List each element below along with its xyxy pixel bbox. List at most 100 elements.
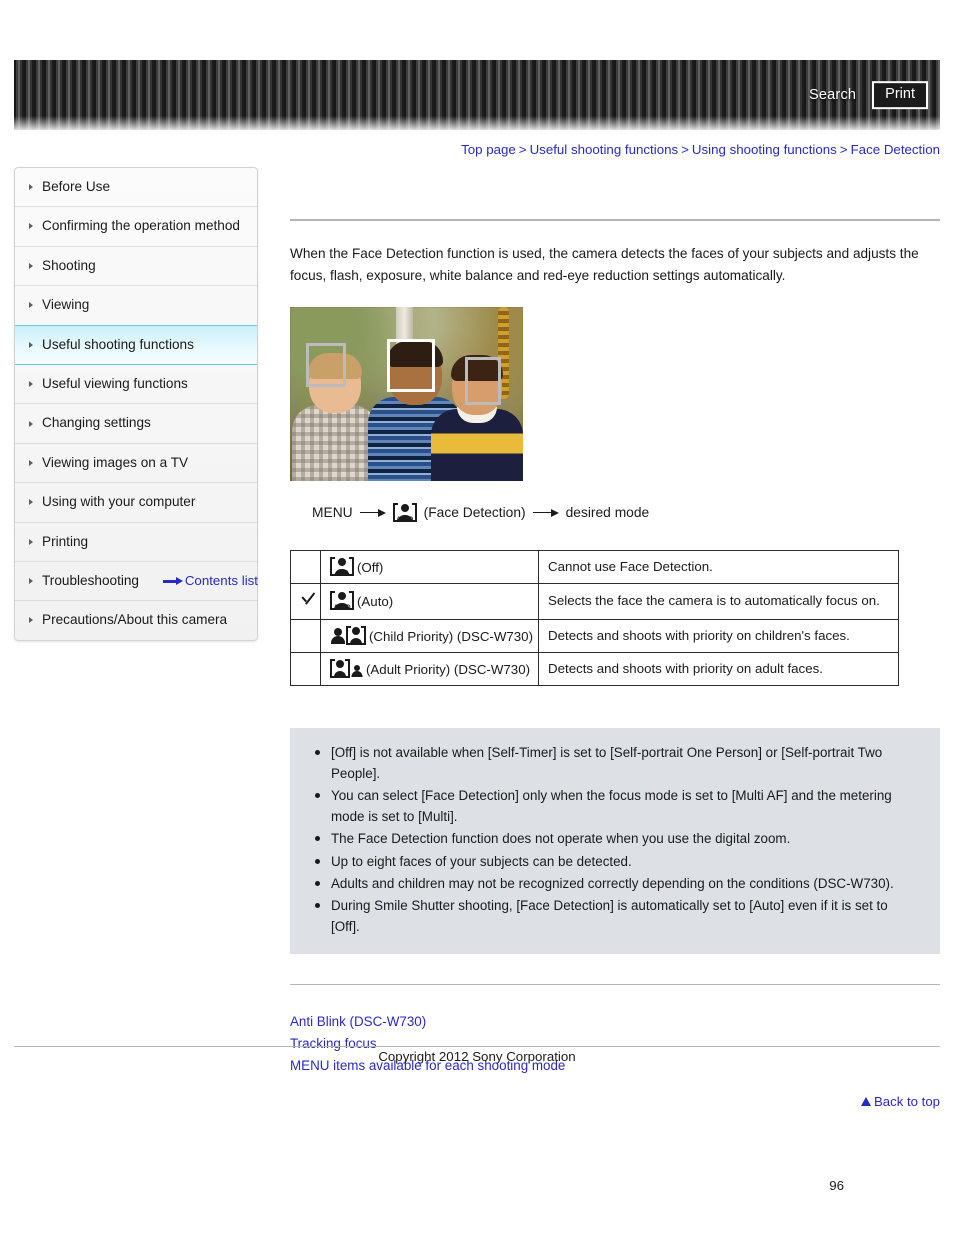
sidebar-item-label: Viewing images on a TV — [42, 454, 189, 470]
sidebar-item-label: Shooting — [42, 257, 96, 273]
header-banner: Search Print — [14, 60, 940, 130]
triangle-right-icon — [29, 184, 33, 191]
menu-path-middle: (Face Detection) — [423, 505, 526, 521]
mode-label: (Off) — [357, 560, 384, 576]
menu-path-start: MENU — [312, 505, 353, 521]
main-content: When the Face Detection function is used… — [290, 167, 940, 1109]
sidebar-item-label: Useful viewing functions — [42, 375, 188, 391]
child-left-shirt — [292, 405, 378, 482]
sidebar-item-changing-settings[interactable]: Changing settings — [15, 404, 257, 444]
triangle-right-icon — [29, 420, 33, 427]
table-cell-check — [290, 550, 321, 584]
list-item: During Smile Shutter shooting, [Face Det… — [312, 895, 918, 937]
sidebar-item-label: Using with your computer — [42, 494, 196, 510]
sidebar-item-before-use[interactable]: Before Use — [15, 168, 257, 208]
triangle-right-icon — [29, 381, 33, 388]
sidebar-item-label: Useful shooting functions — [42, 336, 194, 352]
face-detection-auto-icon: AUTO — [392, 503, 417, 523]
sidebar-item-viewing[interactable]: Viewing — [15, 286, 257, 326]
checkmark-icon — [300, 590, 320, 608]
arrow-right-icon — [532, 508, 559, 517]
face-bracket-icon — [346, 625, 366, 645]
mode-label: (Adult Priority) (DSC-W730) — [366, 661, 531, 677]
sidebar-item-precautions-about-this-camera[interactable]: Precautions/About this camera — [15, 601, 257, 639]
notes-list: [Off] is not available when [Self-Timer]… — [312, 742, 918, 938]
triangle-right-icon — [29, 341, 33, 348]
breadcrumb-separator: > — [839, 142, 848, 157]
print-button[interactable]: Print — [872, 81, 928, 109]
table-cell-check — [290, 582, 321, 620]
sidebar-item-useful-shooting-functions[interactable]: Useful shooting functions — [15, 324, 257, 365]
list-item: The Face Detection function does not ope… — [312, 828, 918, 849]
table-cell-description: Detects and shoots with priority on adul… — [538, 651, 899, 686]
face-detection-frame-middle — [387, 339, 435, 393]
sidebar-item-viewing-images-on-a-tv[interactable]: Viewing images on a TV — [15, 444, 257, 484]
table-row: (Adult Priority) (DSC-W730) Detects and … — [290, 651, 899, 686]
table-cell-description: Cannot use Face Detection. — [538, 550, 899, 584]
contents-list-link[interactable]: Contents list — [162, 573, 258, 588]
table-row: (Child Priority) (DSC-W730) Detects and … — [290, 618, 899, 653]
sidebar-item-label: Changing settings — [42, 415, 151, 431]
back-to-top-row: Back to top — [290, 1094, 940, 1109]
breadcrumb-item-using-shooting-functions[interactable]: Using shooting functions — [692, 142, 837, 157]
table-cell-check — [290, 651, 321, 686]
sidebar-item-using-with-your-computer[interactable]: Using with your computer — [15, 483, 257, 523]
sidebar-navigation: Before Use Confirming the operation meth… — [14, 167, 258, 641]
table-cell-description: Detects and shoots with priority on chil… — [538, 618, 899, 653]
sidebar-item-shooting[interactable]: Shooting — [15, 247, 257, 287]
face-detection-modes-table: OFF (Off) Cannot use Face Detection. AUT… — [290, 550, 899, 686]
breadcrumb-item-top-page[interactable]: Top page — [461, 142, 516, 157]
breadcrumb-item-face-detection[interactable]: Face Detection — [851, 142, 940, 157]
face-detection-auto-icon-label: AUTO — [333, 603, 351, 611]
sidebar-item-label: Confirming the operation method — [42, 218, 240, 234]
mode-label: (Auto) — [357, 594, 394, 610]
list-item: Adults and children may not be recognize… — [312, 873, 918, 894]
triangle-right-icon — [29, 538, 33, 545]
related-link-anti-blink[interactable]: Anti Blink (DSC-W730) — [290, 1011, 940, 1033]
notes-box: [Off] is not available when [Self-Timer]… — [290, 727, 940, 955]
content-bottom-divider — [290, 984, 940, 986]
triangle-right-icon — [29, 262, 33, 269]
table-cell-description: Selects the face the camera is to automa… — [538, 582, 899, 620]
search-link[interactable]: Search — [809, 87, 856, 103]
arrow-right-icon — [359, 508, 386, 517]
sidebar-item-printing[interactable]: Printing — [15, 523, 257, 562]
list-item: [Off] is not available when [Self-Timer]… — [312, 742, 918, 784]
face-bracket-icon — [330, 658, 350, 678]
sidebar-item-confirming-the-operation-method[interactable]: Confirming the operation method — [15, 207, 257, 247]
triangle-up-icon — [861, 1097, 872, 1107]
breadcrumb-separator: > — [518, 142, 527, 157]
mode-label: (Child Priority) (DSC-W730) — [369, 628, 534, 644]
face-detection-off-icon-label: OFF — [336, 569, 348, 577]
triangle-right-icon — [29, 459, 33, 466]
arrow-right-icon — [162, 577, 183, 586]
table-row: OFF (Off) Cannot use Face Detection. — [290, 550, 899, 584]
menu-path-end: desired mode — [565, 505, 650, 521]
breadcrumb-separator: > — [681, 142, 689, 157]
breadcrumb-item-useful-shooting-functions[interactable]: Useful shooting functions — [530, 142, 679, 157]
triangle-right-icon — [29, 302, 33, 309]
adult-person-icon — [330, 626, 345, 645]
back-to-top-label: Back to top — [874, 1094, 940, 1110]
list-item: Up to eight faces of your subjects can b… — [312, 851, 918, 872]
face-detection-auto-icon-label: AUTO — [396, 515, 413, 523]
table-cell-check — [290, 618, 321, 653]
sidebar-item-label: Printing — [42, 533, 89, 549]
page-number: 96 — [829, 1178, 844, 1193]
contents-list-row: Contents list — [14, 573, 258, 588]
face-detection-sample-photo — [290, 307, 523, 482]
child-person-icon — [351, 663, 363, 678]
triangle-right-icon — [29, 499, 33, 506]
face-detection-off-icon: OFF — [330, 557, 354, 577]
sidebar-item-useful-viewing-functions[interactable]: Useful viewing functions — [15, 365, 257, 405]
content-top-divider — [290, 219, 940, 221]
table-cell-mode: (Child Priority) (DSC-W730) — [320, 618, 539, 653]
sidebar-item-label: Before Use — [42, 179, 111, 194]
adult-priority-icon — [330, 658, 363, 678]
footer-divider — [14, 1046, 940, 1047]
sidebar-item-label: Viewing — [42, 297, 90, 313]
menu-path-line: MENU AUTO (Face Detection) desired mode — [312, 503, 940, 523]
sidebar-item-label: Precautions/About this camera — [42, 612, 228, 628]
back-to-top-link[interactable]: Back to top — [861, 1094, 940, 1109]
table-cell-mode: OFF (Off) — [320, 550, 539, 584]
